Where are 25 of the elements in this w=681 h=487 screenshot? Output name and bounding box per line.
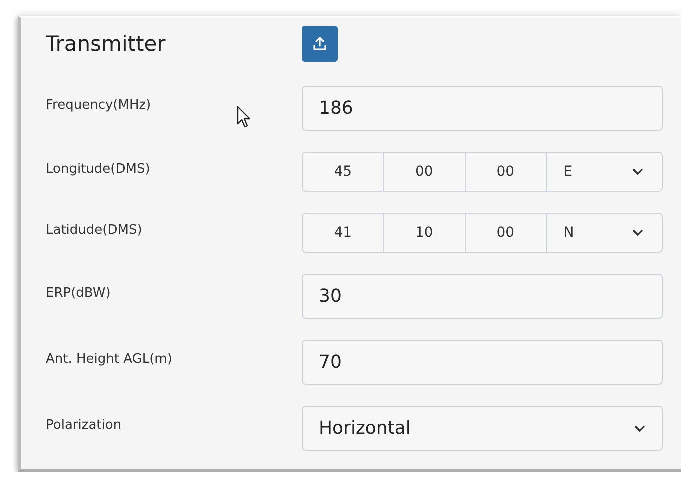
upload-button[interactable] bbox=[302, 26, 338, 62]
input-field[interactable]: 00 bbox=[464, 213, 547, 253]
chevron-down-icon bbox=[632, 229, 644, 237]
hemisphere-dropdown[interactable]: E bbox=[546, 152, 663, 192]
field-label: Longitude(DMS) bbox=[46, 162, 152, 176]
input-field[interactable]: 00 bbox=[464, 152, 547, 192]
upload-icon bbox=[312, 36, 328, 52]
field-label: Latidude(DMS) bbox=[46, 222, 144, 238]
mouse-pointer-icon bbox=[237, 106, 251, 128]
panel-title: Transmitter bbox=[46, 32, 167, 56]
input-field[interactable]: 186 bbox=[302, 86, 663, 131]
input-field[interactable]: 00 bbox=[383, 152, 466, 192]
field-label: Polarization bbox=[46, 418, 123, 433]
field-label: Ant. Height AGL(m) bbox=[46, 352, 174, 367]
chevron-down-icon bbox=[632, 168, 644, 176]
hemisphere-dropdown[interactable]: N bbox=[546, 213, 663, 253]
field-label: ERP(dBW) bbox=[46, 286, 112, 301]
field-label: Frequency(MHz) bbox=[46, 98, 152, 113]
input-field[interactable]: 10 bbox=[383, 213, 466, 253]
input-field[interactable]: 30 bbox=[302, 274, 663, 319]
polarization-dropdown[interactable]: Horizontal bbox=[302, 406, 663, 451]
input-field[interactable]: 70 bbox=[302, 340, 663, 385]
input-field[interactable]: 41 bbox=[302, 213, 384, 253]
chevron-down-icon bbox=[634, 424, 646, 432]
input-field[interactable]: 45 bbox=[302, 152, 384, 192]
